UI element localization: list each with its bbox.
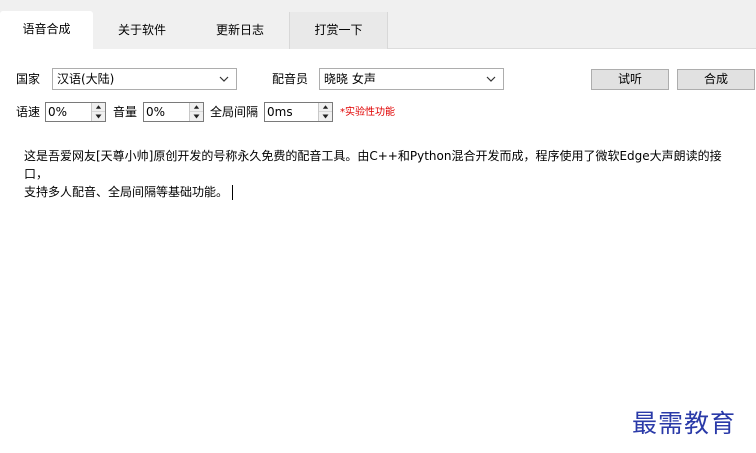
triangle-up-icon[interactable] [92, 103, 105, 112]
country-label: 国家 [16, 72, 41, 86]
triangle-up-icon[interactable] [190, 103, 203, 112]
interval-stepper-arrows [318, 103, 332, 121]
text-line-2-wrap: 支持多人配音、全局间隔等基础功能。 [24, 183, 744, 201]
tab-speech-synthesis[interactable]: 语音合成 [0, 11, 93, 50]
country-select-value: 汉语(大陆) [57, 72, 115, 86]
volume-label: 音量 [113, 105, 138, 119]
country-select[interactable]: 汉语(大陆) [52, 68, 237, 90]
text-line-2: 支持多人配音、全局间隔等基础功能。 [24, 185, 229, 199]
triangle-down-icon[interactable] [92, 112, 105, 121]
triangle-up-icon[interactable] [319, 103, 332, 112]
triangle-down-icon[interactable] [190, 112, 203, 121]
interval-value: 0ms [267, 105, 293, 119]
tab-changelog[interactable]: 更新日志 [191, 12, 289, 49]
volume-stepper[interactable]: 0% [143, 102, 204, 122]
tab-donate[interactable]: 打赏一下 [289, 12, 388, 49]
experimental-note: *实验性功能 [340, 107, 395, 118]
watermark-logo: 最需教育 [632, 409, 737, 438]
tab-about[interactable]: 关于软件 [93, 12, 191, 49]
chevron-down-icon [486, 76, 496, 82]
tab-bar: 语音合成 关于软件 更新日志 打赏一下 [0, 0, 756, 50]
interval-stepper[interactable]: 0ms [264, 102, 333, 122]
voice-label: 配音员 [272, 72, 309, 86]
speed-value: 0% [48, 105, 68, 119]
volume-value: 0% [146, 105, 166, 119]
preview-button[interactable]: 试听 [591, 69, 669, 90]
text-editor[interactable]: 这是吾爱网友[天尊小帅]原创开发的号称永久免费的配音工具。由C++和Python… [24, 147, 744, 201]
speed-label: 语速 [16, 105, 41, 119]
text-line-1: 这是吾爱网友[天尊小帅]原创开发的号称永久免费的配音工具。由C++和Python… [24, 149, 722, 181]
voice-select[interactable]: 晓晓 女声 [319, 68, 504, 90]
text-caret [232, 185, 234, 200]
interval-label: 全局间隔 [210, 105, 259, 119]
volume-stepper-arrows [189, 103, 203, 121]
speed-stepper[interactable]: 0% [45, 102, 106, 122]
voice-select-value: 晓晓 女声 [324, 72, 376, 86]
synthesize-button[interactable]: 合成 [677, 69, 755, 90]
triangle-down-icon[interactable] [319, 112, 332, 121]
speed-stepper-arrows [91, 103, 105, 121]
chevron-down-icon [219, 76, 229, 82]
